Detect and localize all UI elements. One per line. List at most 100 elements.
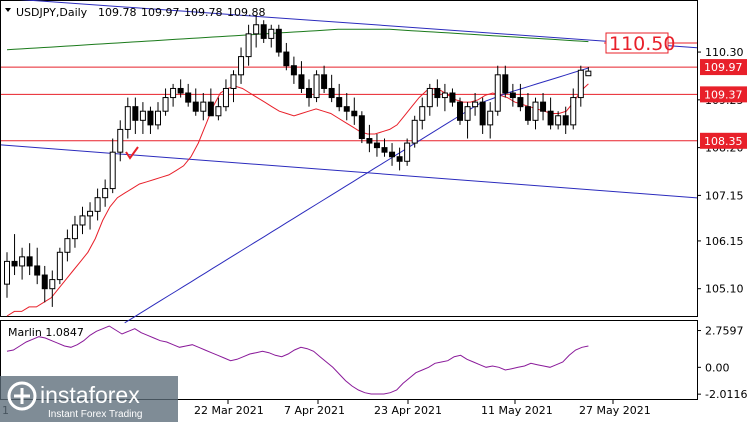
chart-header-symbol: USDJPY,Daily [16,6,88,19]
candle-body [343,106,350,112]
candle-body [200,101,207,112]
price-tick-label: 107.15 [705,189,744,202]
indicator-tick-label: 2.7597 [705,325,744,338]
candle-body [162,97,169,112]
level-badge-label: 108.35 [704,135,743,148]
candle-body [570,97,577,126]
candle-body [94,197,101,212]
main-panel [0,0,698,317]
candle-body [215,106,222,117]
price-tick-label: 105.10 [705,283,744,296]
candle-body [132,106,139,121]
candle-body [479,101,486,126]
candle-body [260,24,267,39]
candle-body [71,224,78,240]
chart-header-close: 109.88 [227,6,266,19]
candle-body [79,215,86,226]
candle-body [268,28,275,39]
chart-header-low: 109.78 [184,6,223,19]
candle-body [449,92,456,103]
indicator-tick-label: -2.0116 [705,388,747,401]
candle-body [192,101,199,112]
candle-body [562,115,569,126]
price-chart: 110.30109.25108.20107.15106.15105.10109.… [0,0,747,422]
candle-body [177,87,184,94]
candle-body [419,106,426,121]
candle-body [102,188,109,199]
candle-body [509,92,516,99]
candle-body [238,56,245,76]
candle-body [298,74,305,89]
candle-body [336,97,343,108]
candle-body [524,106,531,121]
candle-body [170,87,177,99]
candle-body [185,92,192,103]
candle-body [283,51,290,67]
candle-body [585,70,592,77]
chart-header-open: 109.78 [98,6,137,19]
level-badge-label: 109.97 [704,61,743,74]
target-level-label: 110.50 [609,33,675,55]
candle-body [306,87,312,99]
candle-body [464,106,471,121]
candle-body [411,119,418,144]
candle-body [373,142,380,149]
candle-body [351,110,358,117]
candle-body [155,110,161,126]
candle-body [49,279,56,290]
candle-body [540,101,547,112]
candle-body [404,142,411,162]
candle-body [117,128,124,153]
candle-body [389,151,396,158]
time-tick-label: 7 Apr 2021 [284,404,345,417]
candle-body [441,92,448,99]
time-tick-label: 11 May 2021 [481,404,553,417]
candle-body [41,274,48,290]
candle-body [34,265,41,276]
candle-body [253,24,260,35]
svg-text:instaforex: instaforex [40,382,140,408]
candle-body [139,110,146,121]
candle-body [426,87,433,108]
instaforex-logo: instaforex Instant Forex Trading [0,376,178,422]
candle-body [532,101,539,121]
candle-body [290,65,297,76]
price-axis: 110.30109.25108.20107.15106.15105.10109.… [697,46,747,296]
candle-body [547,110,554,126]
candle-body [472,101,479,108]
candle-body [147,110,154,126]
candle-body [366,138,373,144]
candle-body [434,87,441,99]
time-tick-label: 27 May 2021 [579,404,651,417]
candle-body [64,238,71,253]
candle-body [4,260,10,285]
candle-body [457,101,463,121]
candle-body [222,87,229,108]
level-badge-label: 109.37 [704,88,743,101]
candle-body [494,74,501,112]
candle-body [19,256,26,267]
candle-body [87,210,94,217]
candle-body [328,87,335,99]
candle-body [358,115,365,140]
candle-body [487,110,494,126]
candle-body [313,74,320,99]
candle-body [11,260,18,267]
candle-body [502,74,509,94]
time-tick-label: 22 Mar 2021 [194,404,264,417]
price-tick-label: 106.15 [705,235,744,248]
candle-body [517,97,524,108]
indicator-axis: 2.7597 0.00 -2.0116 [697,325,747,401]
candle-body [381,147,388,153]
candle-body [245,33,252,58]
candle-body [396,156,403,162]
candle-body [124,106,131,130]
candle-body [321,74,328,89]
indicator-label: Marlin 1.0847 [8,326,84,339]
candle-body [577,69,584,99]
candle-body [207,101,214,117]
candle-body [26,256,33,267]
candle-body [109,151,116,190]
candle-body [230,74,237,89]
chart-header-high: 109.97 [141,6,180,19]
